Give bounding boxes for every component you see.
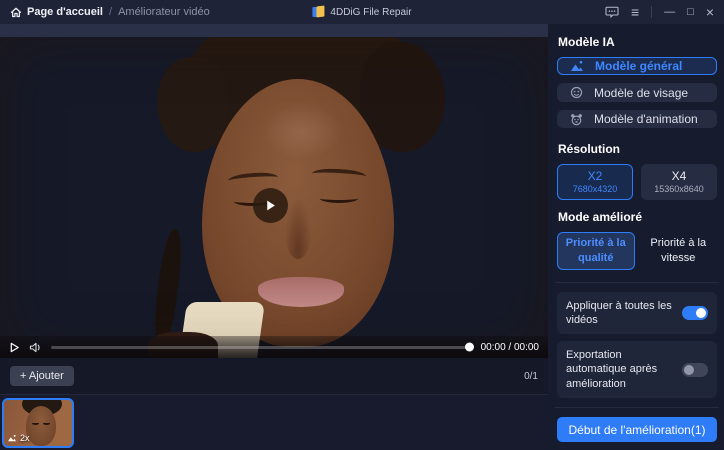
maximize-icon[interactable]: □ [687, 6, 694, 18]
resolution-x2-label: X2 [587, 169, 603, 184]
play-overlay-button[interactable] [253, 188, 288, 223]
menu-icon[interactable]: ≡ [631, 5, 639, 19]
progress-bar[interactable] [51, 342, 474, 352]
resolution-options: X2 7680x4320 X4 15360x8640 [557, 164, 717, 201]
sidebar-divider-bottom [555, 407, 719, 408]
window-controls-divider [651, 6, 653, 18]
add-video-button[interactable]: + Ajouter [10, 366, 74, 386]
breadcrumb-home-label: Page d'accueil [27, 6, 103, 18]
player-panel: 00:00 / 00:00 + Ajouter 0/1 2x [0, 24, 548, 450]
app-logo-icon [312, 5, 325, 18]
thumbnail-badge: 2x [7, 433, 30, 443]
apply-all-videos-row: Appliquer à toutes les vidéos [557, 291, 717, 335]
sidebar-divider-top [555, 281, 719, 283]
time-display: 00:00 / 00:00 [480, 341, 539, 353]
mode-options: Priorité à la qualité Priorité à la vite… [557, 232, 717, 270]
window-controls: ≡ — □ × [605, 5, 714, 19]
breadcrumb-separator: / [109, 6, 113, 18]
title-bar: Page d'accueil / Améliorateur vidéo 4DDi… [0, 0, 724, 24]
resolution-x2-sublabel: 7680x4320 [572, 184, 618, 195]
auto-export-label: Exportation automatique après améliorati… [566, 349, 658, 390]
feedback-icon[interactable] [605, 6, 619, 18]
resolution-section-title: Résolution [558, 142, 620, 157]
breadcrumb-home[interactable]: Page d'accueil [10, 6, 103, 18]
model-option-face[interactable]: Modèle de visage [557, 83, 717, 102]
mode-option-speed[interactable]: Priorité à la vitesse [640, 232, 718, 270]
video-counter: 0/1 [524, 370, 538, 382]
resolution-x4-label: X4 [671, 169, 687, 184]
add-video-row: + Ajouter 0/1 [0, 358, 548, 394]
app-title: 4DDiG File Repair [312, 5, 412, 18]
model-section-title: Modèle IA [558, 35, 615, 49]
model-option-general[interactable]: Modèle général [557, 57, 717, 76]
apply-all-videos-toggle[interactable] [682, 305, 708, 320]
thumbnail-badge-label: 2x [20, 433, 30, 443]
start-enhancement-button[interactable]: Début de l'amélioration(1) [557, 417, 717, 442]
play-icon [264, 199, 277, 212]
player-panel-header-strip [0, 24, 548, 37]
app-window: Page d'accueil / Améliorateur vidéo 4DDi… [0, 0, 724, 450]
video-preview[interactable]: 00:00 / 00:00 [0, 37, 548, 358]
model-option-face-label: Modèle de visage [594, 85, 689, 100]
sidebar-footer: Début de l'amélioration(1) [555, 405, 719, 442]
close-icon[interactable]: × [706, 5, 714, 19]
thumbnail-strip: 2x [0, 394, 548, 450]
mode-option-quality[interactable]: Priorité à la qualité [557, 232, 635, 270]
auto-export-row: Exportation automatique après améliorati… [557, 341, 717, 398]
play-button[interactable] [9, 342, 20, 353]
auto-export-toggle[interactable] [682, 362, 708, 377]
video-controls-bar: 00:00 / 00:00 [0, 336, 548, 358]
model-option-animation-label: Modèle d'animation [594, 112, 698, 127]
mode-section-title: Mode amélioré [558, 210, 643, 225]
image-icon [7, 434, 17, 442]
breadcrumb: Page d'accueil / Améliorateur vidéo [10, 6, 210, 18]
resolution-x4-sublabel: 15360x8640 [654, 184, 704, 195]
app-title-label: 4DDiG File Repair [330, 6, 412, 18]
minimize-icon[interactable]: — [664, 6, 675, 18]
home-icon [10, 6, 22, 18]
animation-model-icon [570, 113, 583, 126]
resolution-option-x4[interactable]: X4 15360x8640 [641, 164, 717, 201]
face-model-icon [570, 86, 583, 99]
model-option-animation[interactable]: Modèle d'animation [557, 109, 717, 129]
volume-icon[interactable] [29, 342, 42, 353]
general-model-icon [570, 60, 584, 72]
breadcrumb-current: Améliorateur vidéo [118, 6, 210, 18]
video-thumbnail-selected[interactable]: 2x [2, 398, 74, 448]
resolution-option-x2[interactable]: X2 7680x4320 [557, 164, 633, 201]
progress-knob[interactable] [464, 342, 474, 352]
model-option-general-label: Modèle général [595, 59, 683, 74]
apply-all-videos-label: Appliquer à toutes les vidéos [566, 299, 672, 326]
settings-sidebar: Modèle IA Modèle général Modèle de visag… [548, 24, 724, 450]
